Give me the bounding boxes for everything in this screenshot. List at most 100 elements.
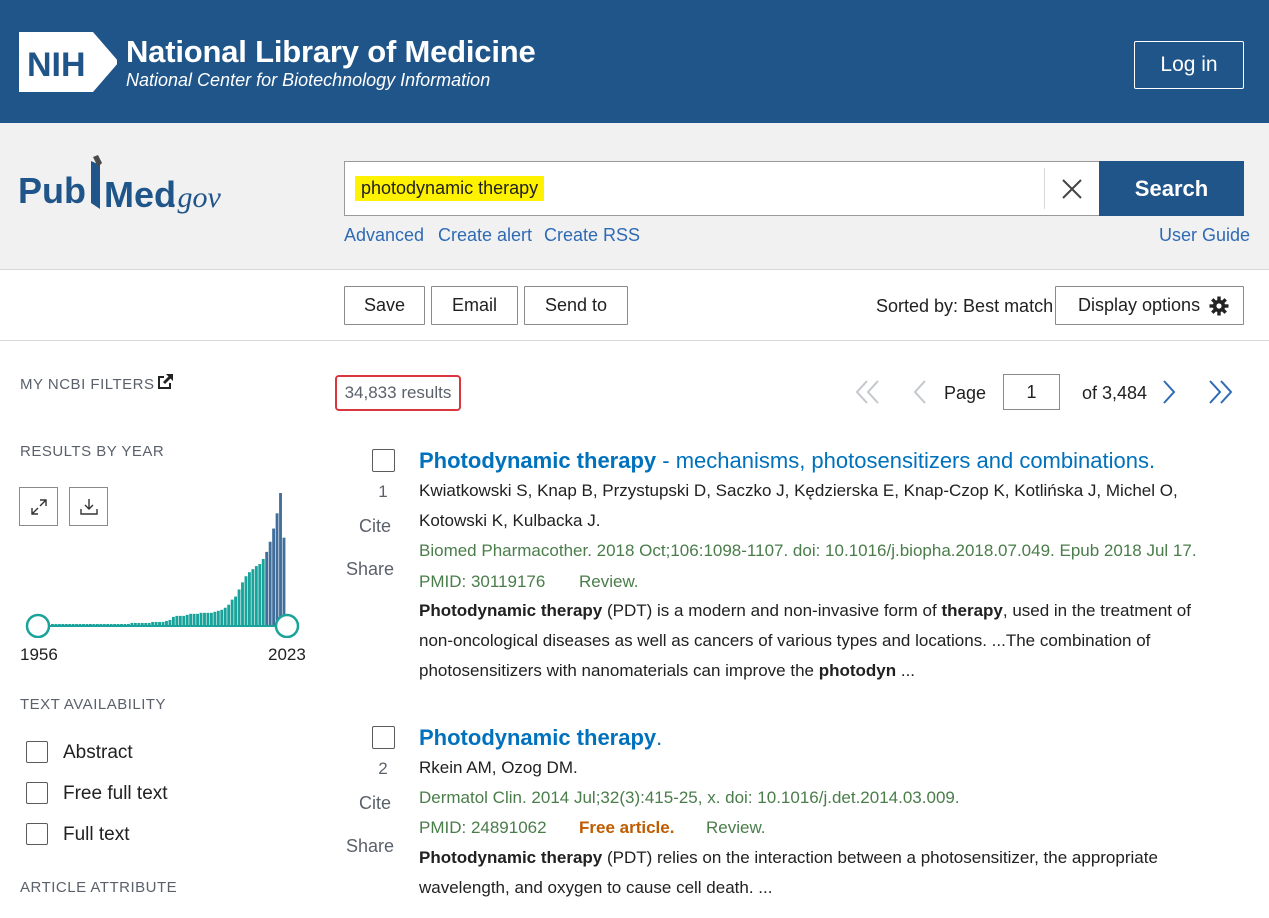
year-bar[interactable] [206,612,210,625]
user-guide-link[interactable]: User Guide [1159,225,1250,246]
search-box[interactable]: photodynamic therapy [344,161,1100,216]
year-bar[interactable] [144,622,148,625]
year-bar[interactable] [227,604,231,625]
year-bar[interactable] [171,616,175,625]
year-bar[interactable] [234,596,238,625]
external-link-icon[interactable] [157,373,174,390]
year-bar[interactable] [241,582,244,625]
year-bar[interactable] [182,615,186,625]
year-bar[interactable] [54,623,58,625]
year-bar[interactable] [140,622,144,625]
year-bar[interactable] [161,621,165,625]
year-bar[interactable] [168,619,172,625]
year-bar[interactable] [61,623,65,625]
year-bar[interactable] [175,615,179,625]
year-bar[interactable] [223,607,227,625]
free-full-text-filter-label[interactable]: Free full text [63,783,168,805]
article-title-link[interactable]: Photodynamic therapy - mechanisms, photo… [419,448,1155,474]
year-bar[interactable] [116,623,120,625]
year-bar[interactable] [272,528,276,625]
previous-page-button[interactable] [903,376,937,408]
page-number-input[interactable]: 1 [1003,374,1060,410]
year-bar[interactable] [154,621,158,625]
clear-search-button[interactable] [1044,168,1098,209]
login-button[interactable]: Log in [1134,41,1244,89]
first-page-button[interactable] [851,376,885,408]
year-bar[interactable] [109,623,113,625]
year-bar[interactable] [133,622,137,625]
my-ncbi-filters-heading[interactable]: MY NCBI FILTERS [20,376,154,393]
year-bar[interactable] [51,623,54,625]
article-select-checkbox[interactable] [372,726,395,749]
year-bar[interactable] [127,623,130,625]
article-title-link[interactable]: Photodynamic therapy. [419,725,662,751]
year-bar[interactable] [57,623,61,625]
year-bar[interactable] [89,623,92,625]
results-by-year-chart[interactable] [18,488,308,638]
year-bar[interactable] [189,613,193,625]
cite-button[interactable]: Cite [359,516,391,537]
year-bar[interactable] [123,623,127,625]
abstract-filter-label[interactable]: Abstract [63,742,133,764]
search-button[interactable]: Search [1099,161,1244,216]
year-slider-end-handle[interactable] [274,613,300,638]
last-page-button[interactable] [1203,376,1237,408]
year-bar[interactable] [213,611,217,625]
year-bar[interactable] [130,622,134,625]
year-bar[interactable] [192,613,196,625]
year-bar[interactable] [85,623,89,625]
abstract-checkbox[interactable] [26,741,48,763]
year-bar[interactable] [64,623,68,625]
year-bar[interactable] [92,623,96,625]
year-bar[interactable] [199,612,203,625]
year-bar[interactable] [75,623,79,625]
year-bar[interactable] [220,609,224,625]
year-slider-start-handle[interactable] [25,613,51,638]
create-alert-link[interactable]: Create alert [438,225,532,246]
display-options-button[interactable]: Display options [1055,286,1244,325]
full-text-filter-label[interactable]: Full text [63,824,130,846]
year-bar[interactable] [203,612,206,625]
free-full-text-checkbox[interactable] [26,782,48,804]
email-button[interactable]: Email [431,286,518,325]
share-button[interactable]: Share [346,559,394,580]
year-bar[interactable] [265,551,269,625]
nlm-title[interactable]: National Library of Medicine [126,34,536,70]
year-bar[interactable] [258,564,262,625]
year-bar[interactable] [178,615,182,625]
year-bar[interactable] [268,541,272,625]
year-bar[interactable] [279,493,282,625]
create-rss-link[interactable]: Create RSS [544,225,640,246]
pubmed-logo[interactable]: Pub Med .gov [18,153,258,223]
year-bar[interactable] [165,620,168,625]
year-bar[interactable] [102,623,106,625]
year-bar[interactable] [113,623,117,625]
year-bar[interactable] [95,623,99,625]
nih-logo[interactable]: NIH [19,32,117,92]
advanced-link[interactable]: Advanced [344,225,424,246]
year-bar[interactable] [275,513,279,625]
year-bar[interactable] [99,623,103,625]
year-bar[interactable] [71,623,75,625]
year-bar[interactable] [247,572,251,625]
year-bar[interactable] [82,623,85,625]
search-input[interactable]: photodynamic therapy [355,176,545,201]
next-page-button[interactable] [1152,376,1186,408]
year-bar[interactable] [209,612,213,625]
year-bar[interactable] [230,599,234,625]
year-bar[interactable] [137,622,141,625]
year-bar[interactable] [158,621,161,625]
year-bar[interactable] [237,589,241,625]
cite-button[interactable]: Cite [359,793,391,814]
year-bar[interactable] [185,614,189,625]
year-bar[interactable] [78,623,82,625]
share-button[interactable]: Share [346,836,394,857]
article-select-checkbox[interactable] [372,449,395,472]
year-bar[interactable] [261,559,265,625]
year-bar[interactable] [244,576,248,625]
year-bar[interactable] [282,537,286,625]
year-bar[interactable] [147,622,151,625]
send-to-button[interactable]: Send to [524,286,628,325]
year-bar[interactable] [106,623,110,625]
year-bar[interactable] [151,621,155,625]
